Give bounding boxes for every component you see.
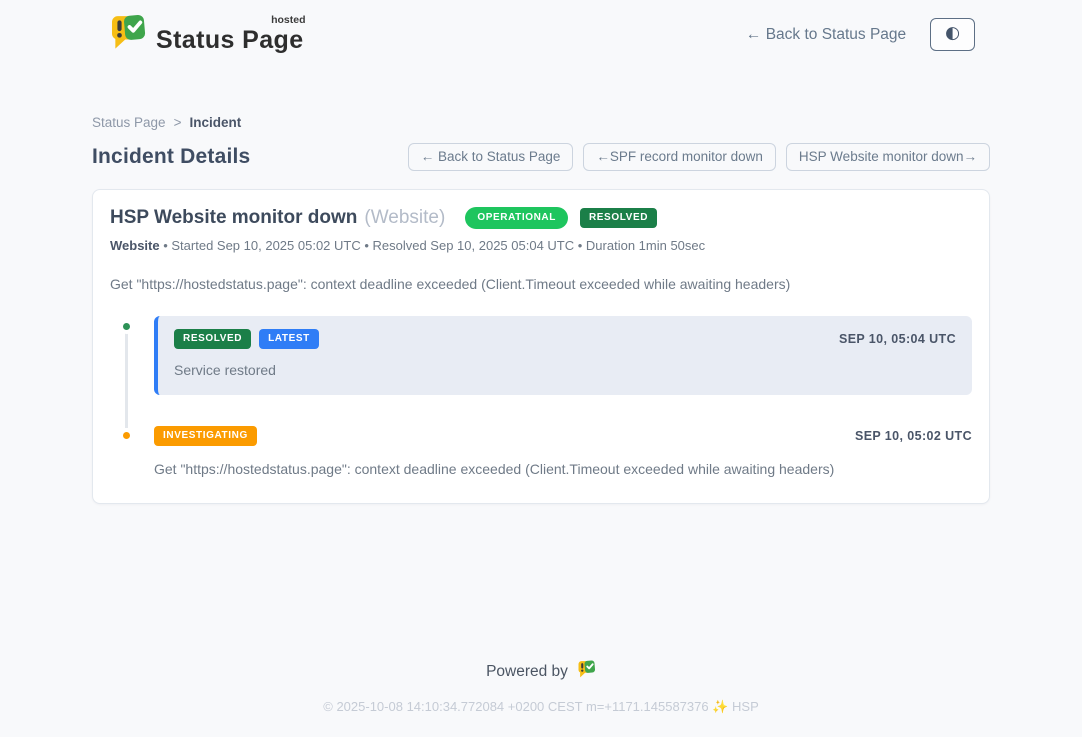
powered-by-label: Powered by bbox=[486, 663, 568, 681]
incident-card: HSP Website monitor down (Website) OPERA… bbox=[92, 189, 990, 504]
timeline-entry-investigating: INVESTIGATING SEP 10, 05:02 UTC Get "htt… bbox=[110, 425, 972, 477]
page-title: Incident Details bbox=[92, 145, 250, 169]
brand-name: Status Page bbox=[156, 26, 304, 54]
incident-description: Get "https://hostedstatus.page": context… bbox=[110, 276, 972, 292]
incident-title: HSP Website monitor down bbox=[110, 207, 357, 229]
prev-incident-button[interactable]: ←SPF record monitor down bbox=[583, 143, 776, 171]
timeline-dot-column bbox=[110, 425, 142, 477]
timeline-timestamp: SEP 10, 05:04 UTC bbox=[839, 332, 956, 346]
brand-wrap: Status Page hosted bbox=[156, 14, 304, 55]
breadcrumb-incident: Incident bbox=[189, 115, 241, 130]
timeline-update-header: INVESTIGATING SEP 10, 05:02 UTC bbox=[154, 426, 972, 446]
title-row: Incident Details ← Back to Status Page ←… bbox=[92, 143, 990, 171]
back-to-status-page-button[interactable]: ← Back to Status Page bbox=[408, 143, 574, 171]
header: Status Page hosted ← Back to Status Page… bbox=[107, 12, 975, 57]
timeline-message: Service restored bbox=[174, 362, 956, 378]
timeline-message: Get "https://hostedstatus.page": context… bbox=[154, 461, 972, 477]
investigating-badge: INVESTIGATING bbox=[154, 426, 257, 446]
next-incident-button[interactable]: HSP Website monitor down→ bbox=[786, 143, 990, 171]
green-status-dot bbox=[119, 319, 134, 334]
powered-by: Powered by bbox=[0, 659, 1082, 684]
timeline-update-header: RESOLVED LATEST SEP 10, 05:04 UTC bbox=[174, 329, 956, 349]
incident-nav-buttons: ← Back to Status Page ←SPF record monito… bbox=[408, 143, 990, 171]
timeline-update-plain: INVESTIGATING SEP 10, 05:02 UTC Get "htt… bbox=[154, 425, 972, 477]
incident-meta: Website • Started Sep 10, 2025 05:02 UTC… bbox=[110, 238, 972, 253]
latest-badge: LATEST bbox=[259, 329, 319, 349]
breadcrumb-status-page[interactable]: Status Page bbox=[92, 115, 166, 130]
footer: Powered by © 2025-10-08 14:10:34.772084 … bbox=[0, 639, 1082, 737]
status-page-footer-icon bbox=[576, 659, 596, 684]
theme-toggle-button[interactable]: ◐ bbox=[930, 18, 975, 50]
incident-timeline: RESOLVED LATEST SEP 10, 05:04 UTC Servic… bbox=[110, 316, 972, 477]
orange-status-dot bbox=[119, 428, 134, 443]
timeline-dot-column bbox=[110, 316, 142, 395]
meta-details: • Started Sep 10, 2025 05:02 UTC • Resol… bbox=[160, 238, 706, 253]
timeline-entry-resolved: RESOLVED LATEST SEP 10, 05:04 UTC Servic… bbox=[110, 316, 972, 395]
logo-link[interactable]: Status Page hosted bbox=[107, 12, 304, 57]
breadcrumb: Status Page > Incident bbox=[92, 115, 990, 130]
timeline-update-card: RESOLVED LATEST SEP 10, 05:04 UTC Servic… bbox=[154, 316, 972, 395]
incident-title-row: HSP Website monitor down (Website) OPERA… bbox=[110, 207, 972, 229]
timeline-timestamp: SEP 10, 05:02 UTC bbox=[855, 429, 972, 443]
brand-superscript: hosted bbox=[271, 14, 305, 26]
incident-component: (Website) bbox=[364, 207, 445, 229]
copyright-text: © 2025-10-08 14:10:34.772084 +0200 CEST … bbox=[0, 699, 1082, 715]
resolved-state-badge: RESOLVED bbox=[580, 208, 657, 228]
main-content: Status Page > Incident Incident Details … bbox=[92, 115, 990, 504]
meta-component-name: Website bbox=[110, 238, 160, 253]
timeline-badges: RESOLVED LATEST bbox=[174, 329, 319, 349]
resolved-badge: RESOLVED bbox=[174, 329, 251, 349]
breadcrumb-separator: > bbox=[174, 115, 182, 130]
timeline-badges: INVESTIGATING bbox=[154, 426, 257, 446]
operational-status-badge: OPERATIONAL bbox=[465, 207, 568, 229]
header-back-link[interactable]: ← Back to Status Page bbox=[746, 26, 906, 44]
status-page-logo-icon bbox=[107, 12, 147, 57]
half-circle-icon: ◐ bbox=[945, 23, 960, 43]
header-right: ← Back to Status Page ◐ bbox=[746, 18, 975, 50]
